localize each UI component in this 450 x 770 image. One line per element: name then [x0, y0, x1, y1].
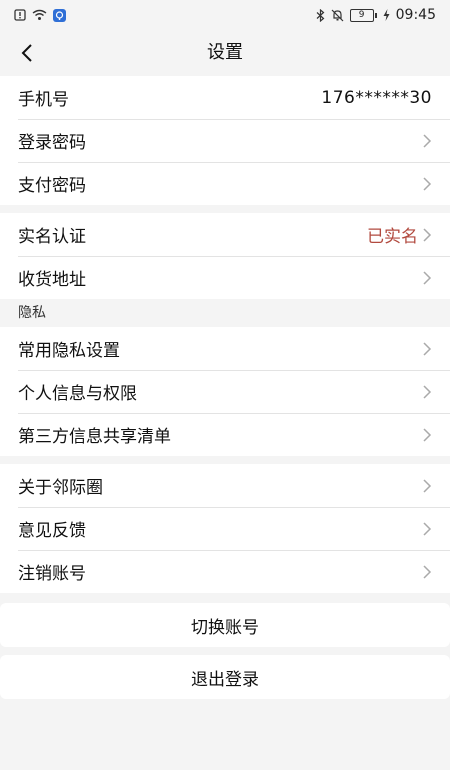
chevron-right-icon	[423, 176, 432, 191]
page-title: 设置	[207, 42, 243, 63]
chevron-right-icon	[423, 564, 432, 579]
status-time: 09:45	[395, 7, 436, 23]
realname-label: 实名认证	[18, 227, 86, 247]
chevron-right-icon	[423, 341, 432, 356]
chevron-right-icon	[423, 427, 432, 442]
personal-info-row[interactable]: 个人信息与权限	[0, 370, 450, 413]
about-row[interactable]: 关于邻际圈	[0, 464, 450, 507]
third-party-row[interactable]: 第三方信息共享清单	[0, 413, 450, 456]
chevron-right-icon	[423, 521, 432, 536]
address-row[interactable]: 收货地址	[0, 256, 450, 299]
chevron-right-icon	[423, 133, 432, 148]
account-group: 手机号 176******30 登录密码 支付密码	[0, 76, 450, 205]
status-bar: 9 09:45	[0, 0, 450, 30]
login-password-row[interactable]: 登录密码	[0, 119, 450, 162]
identity-group: 实名认证 已实名 收货地址	[0, 213, 450, 299]
bluetooth-icon	[316, 8, 325, 22]
switch-account-button[interactable]: 切换账号	[0, 603, 450, 647]
phone-value: 176******30	[321, 87, 432, 108]
chevron-right-icon	[423, 227, 432, 242]
cancel-account-row[interactable]: 注销账号	[0, 550, 450, 593]
address-label: 收货地址	[18, 270, 86, 290]
common-privacy-row[interactable]: 常用隐私设置	[0, 327, 450, 370]
phone-row[interactable]: 手机号 176******30	[0, 76, 450, 119]
privacy-group: 常用隐私设置 个人信息与权限 第三方信息共享清单	[0, 327, 450, 456]
mute-bell-icon	[331, 9, 344, 22]
personal-info-label: 个人信息与权限	[18, 384, 137, 404]
cancel-account-label: 注销账号	[18, 564, 86, 584]
privacy-section-title: 隐私	[0, 299, 450, 327]
battery-level: 9	[349, 8, 374, 22]
charging-icon	[383, 9, 390, 21]
wifi-icon	[32, 9, 47, 21]
about-group: 关于邻际圈 意见反馈 注销账号	[0, 464, 450, 593]
third-party-label: 第三方信息共享清单	[18, 427, 171, 447]
login-password-label: 登录密码	[18, 133, 86, 153]
chevron-right-icon	[423, 384, 432, 399]
notification-app-icon	[53, 8, 66, 22]
pay-password-label: 支付密码	[18, 176, 86, 196]
pay-password-row[interactable]: 支付密码	[0, 162, 450, 205]
feedback-row[interactable]: 意见反馈	[0, 507, 450, 550]
about-label: 关于邻际圈	[18, 478, 103, 498]
realname-status: 已实名	[367, 227, 418, 247]
phone-label: 手机号	[18, 90, 69, 110]
battery-icon: 9	[349, 8, 377, 22]
logout-button[interactable]: 退出登录	[0, 655, 450, 699]
common-privacy-label: 常用隐私设置	[18, 341, 120, 361]
realname-row[interactable]: 实名认证 已实名	[0, 213, 450, 256]
chevron-right-icon	[423, 270, 432, 285]
sim-alert-icon	[14, 9, 26, 21]
chevron-right-icon	[423, 478, 432, 493]
nav-bar: 设置	[0, 30, 450, 76]
feedback-label: 意见反馈	[18, 521, 86, 541]
